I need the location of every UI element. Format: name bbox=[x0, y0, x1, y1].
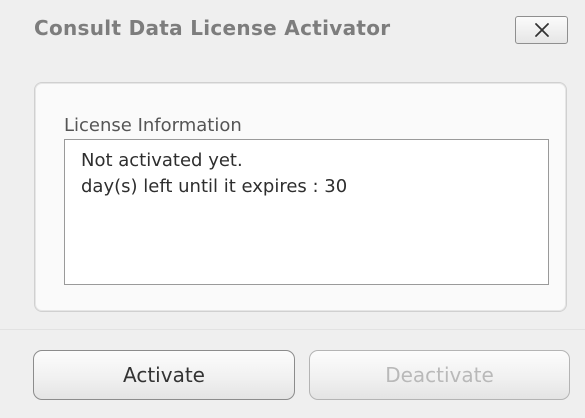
license-info-textbox[interactable]: Not activated yet. day(s) left until it … bbox=[64, 139, 549, 285]
close-x-icon bbox=[534, 22, 550, 38]
activate-button[interactable]: Activate bbox=[33, 350, 295, 400]
deactivate-button: Deactivate bbox=[309, 350, 570, 400]
activation-status-text: Not activated yet. bbox=[81, 150, 243, 171]
title-bar[interactable]: Consult Data License Activator bbox=[0, 0, 585, 62]
days-left-text: day(s) left until it expires : 30 bbox=[81, 176, 348, 197]
button-area-divider bbox=[0, 329, 585, 330]
license-information-label: License Information bbox=[64, 115, 242, 136]
license-activator-dialog: Consult Data License Activator License I… bbox=[0, 0, 585, 418]
close-button[interactable] bbox=[515, 16, 568, 44]
window-title: Consult Data License Activator bbox=[34, 16, 391, 40]
